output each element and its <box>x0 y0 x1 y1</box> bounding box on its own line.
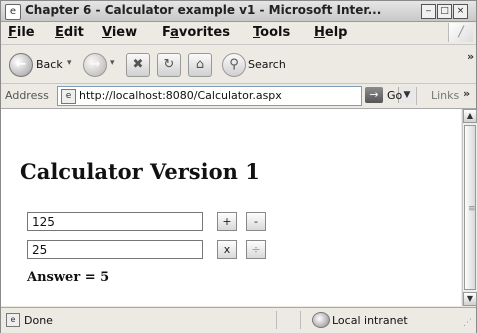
page-icon: e <box>61 89 76 104</box>
resize-grip-icon[interactable]: ⋰ <box>463 318 472 328</box>
home-icon[interactable]: ⌂ <box>188 53 212 77</box>
page-title: Calculator Version 1 <box>20 159 260 184</box>
vertical-scrollbar[interactable]: ▲ ≡ ▼ <box>462 109 477 306</box>
status-page-icon: e <box>6 313 20 327</box>
menu-view[interactable]: View <box>102 25 137 40</box>
status-text: Done <box>24 314 53 327</box>
answer-text: Answer = 5 <box>27 270 110 285</box>
toolbar: ← Back ▾ → ▾ ✖ ↻ ⌂ ⚲ Search » <box>1 45 476 84</box>
menu-edit[interactable]: Edit <box>55 25 84 40</box>
go-button-label[interactable]: Go <box>387 89 402 102</box>
refresh-icon[interactable]: ↻ <box>157 53 181 77</box>
number2-input[interactable] <box>27 240 203 259</box>
scroll-thumb[interactable]: ≡ <box>464 125 476 290</box>
number1-input[interactable] <box>27 212 203 231</box>
links-label[interactable]: Links <box>431 89 459 102</box>
minimize-button[interactable]: ‒ <box>421 4 436 19</box>
forward-arrow-icon[interactable]: → <box>83 53 107 77</box>
stop-icon[interactable]: ✖ <box>126 53 150 77</box>
security-zone-text: Local intranet <box>332 314 408 327</box>
ie-icon: e <box>5 4 21 20</box>
address-bar: Address e http://localhost:8080/Calculat… <box>1 84 476 109</box>
forward-dropdown-icon[interactable]: ▾ <box>110 58 115 68</box>
menu-bar: File Edit View Favorites Tools Help / <box>1 22 476 45</box>
address-separator <box>416 87 417 105</box>
divide-button[interactable]: ÷ <box>246 240 266 259</box>
maximize-button[interactable]: □ <box>437 4 452 19</box>
go-arrow-icon[interactable]: → <box>365 87 383 103</box>
back-dropdown-icon[interactable]: ▾ <box>67 58 72 68</box>
menu-help[interactable]: Help <box>314 25 347 40</box>
intranet-icon <box>312 312 330 328</box>
status-separator <box>300 311 301 329</box>
toolbar-overflow-icon[interactable]: » <box>467 50 474 63</box>
windows-logo-icon: / <box>448 23 473 42</box>
menu-favorites[interactable]: Favorites <box>162 25 230 40</box>
status-bar: e Done Local intranet ⋰ <box>1 307 476 333</box>
menu-tools[interactable]: Tools <box>253 25 290 40</box>
search-button-label[interactable]: Search <box>248 58 286 71</box>
window-title: Chapter 6 - Calculator example v1 - Micr… <box>25 3 382 17</box>
magnifier-icon[interactable]: ⚲ <box>222 53 246 77</box>
address-label: Address <box>5 89 49 102</box>
address-input[interactable]: e http://localhost:8080/Calculator.aspx … <box>57 86 415 106</box>
multiply-button[interactable]: x <box>217 240 237 259</box>
add-button[interactable]: + <box>217 212 237 231</box>
menu-file[interactable]: File <box>8 25 35 40</box>
address-url: http://localhost:8080/Calculator.aspx <box>79 89 282 102</box>
scroll-down-icon[interactable]: ▼ <box>463 292 477 306</box>
subtract-button[interactable]: - <box>246 212 266 231</box>
title-bar[interactable]: e Chapter 6 - Calculator example v1 - Mi… <box>1 1 476 22</box>
back-arrow-icon[interactable]: ← <box>9 53 33 77</box>
page-content: Calculator Version 1 + - x ÷ Answer = 5 <box>1 109 461 306</box>
close-button[interactable]: × <box>453 4 468 19</box>
scroll-up-icon[interactable]: ▲ <box>463 109 477 123</box>
scroll-grip-icon: ≡ <box>468 204 476 214</box>
back-button-label[interactable]: Back <box>36 58 63 71</box>
status-separator <box>276 311 277 329</box>
links-overflow-icon[interactable]: » <box>463 87 470 100</box>
browser-window: e Chapter 6 - Calculator example v1 - Mi… <box>0 0 477 333</box>
